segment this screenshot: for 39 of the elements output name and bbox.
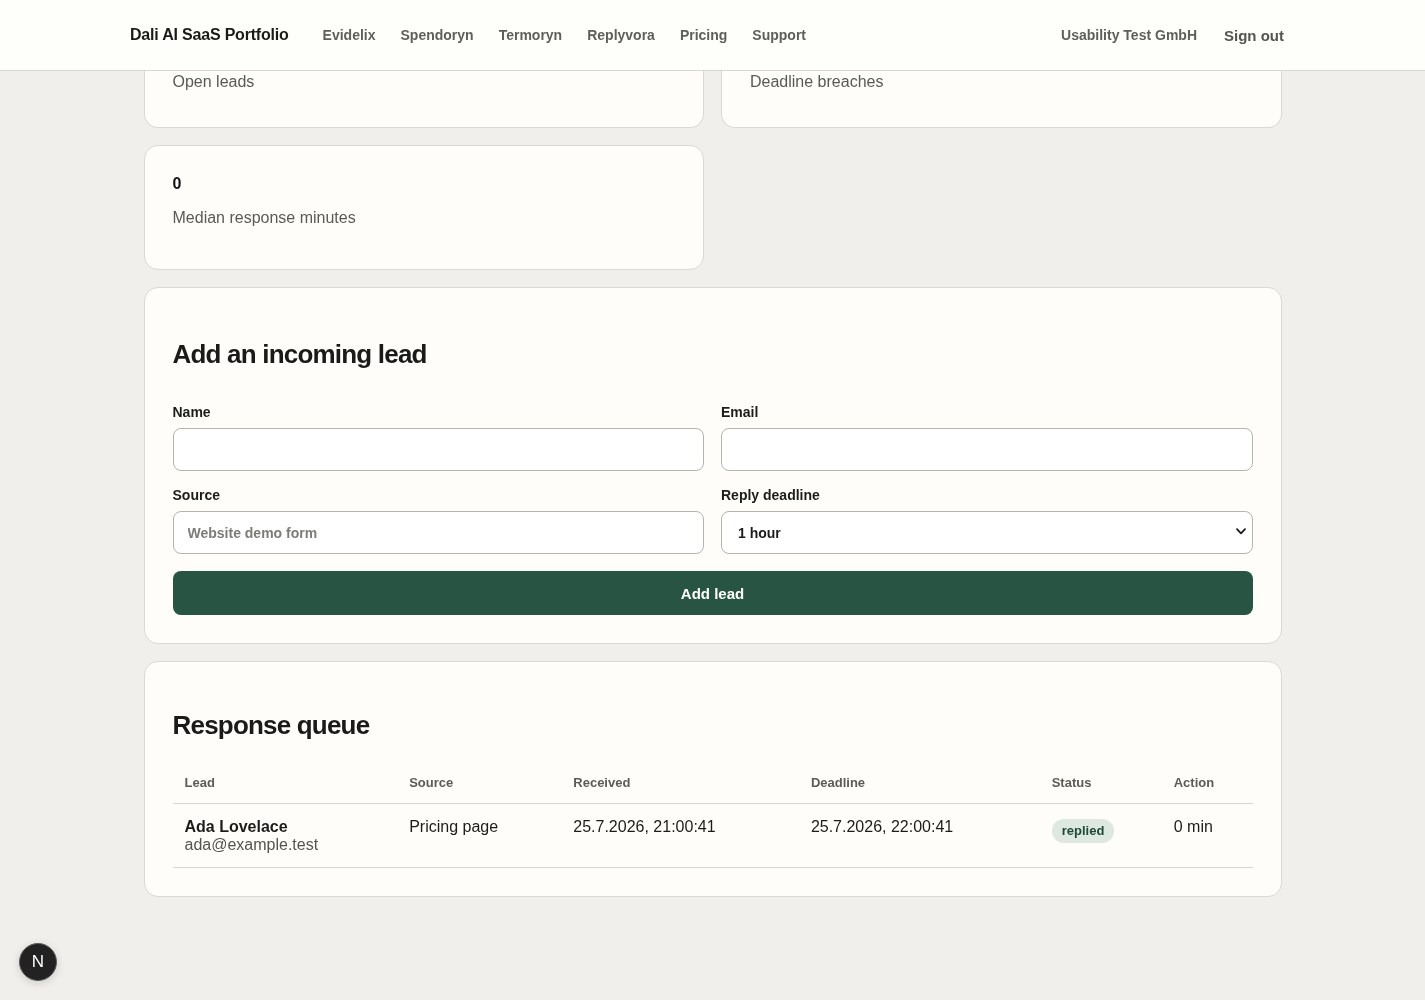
text-field[interactable]: Website demo form bbox=[172, 511, 704, 554]
column-header: Source bbox=[397, 768, 562, 804]
nav-link[interactable]: Replyvora bbox=[587, 27, 655, 43]
nav-link[interactable]: Termoryn bbox=[498, 27, 563, 43]
table-cell: 25.7.2026, 21:00:41 bbox=[573, 818, 716, 835]
sign-out-button[interactable]: Sign out bbox=[1224, 26, 1284, 44]
column-header: Action bbox=[1161, 768, 1253, 804]
field-label: Name bbox=[172, 403, 211, 421]
status-badge: replied bbox=[1051, 819, 1115, 843]
nav-link[interactable]: Evidelix bbox=[322, 27, 376, 43]
stat-value: 0 bbox=[172, 174, 183, 194]
stat-label: Median response minutes bbox=[172, 208, 357, 228]
text-field[interactable] bbox=[172, 428, 704, 471]
column-header: Deadline bbox=[798, 768, 1040, 804]
form-title: Add an incoming lead bbox=[172, 338, 428, 370]
field-label: Reply deadline bbox=[721, 486, 820, 504]
stat-label: Open leads bbox=[172, 72, 256, 92]
add-lead-button[interactable]: Add lead bbox=[172, 571, 1253, 615]
nav-link[interactable]: Pricing bbox=[679, 27, 728, 43]
column-header: Lead bbox=[172, 768, 398, 804]
chevron-down-icon bbox=[1235, 528, 1246, 535]
table-cell: 25.7.2026, 22:00:41 bbox=[810, 818, 954, 835]
nav-link[interactable]: Support bbox=[752, 27, 806, 43]
dev-tools-button[interactable]: N bbox=[19, 943, 57, 981]
brand-name: Dali AI SaaS Portfolio bbox=[130, 26, 289, 44]
table-cell: Pricing page bbox=[409, 818, 499, 835]
lead-name: Ada Lovelace bbox=[184, 818, 289, 836]
field-label: Email bbox=[721, 403, 759, 421]
table-cell: 0 min bbox=[1173, 818, 1213, 835]
column-header: Received bbox=[561, 768, 799, 804]
column-header: Status bbox=[1039, 768, 1162, 804]
account-name: Usability Test GmbH bbox=[1061, 27, 1197, 43]
queue-title: Response queue bbox=[172, 709, 371, 741]
text-field[interactable] bbox=[721, 428, 1253, 471]
lead-email: ada@example.test bbox=[184, 836, 320, 854]
field-label: Source bbox=[172, 486, 220, 504]
dropdown-field[interactable]: 1 hour bbox=[721, 511, 1253, 554]
stat-label: Deadline breaches bbox=[750, 72, 885, 92]
nav-link[interactable]: Spendoryn bbox=[400, 27, 474, 43]
